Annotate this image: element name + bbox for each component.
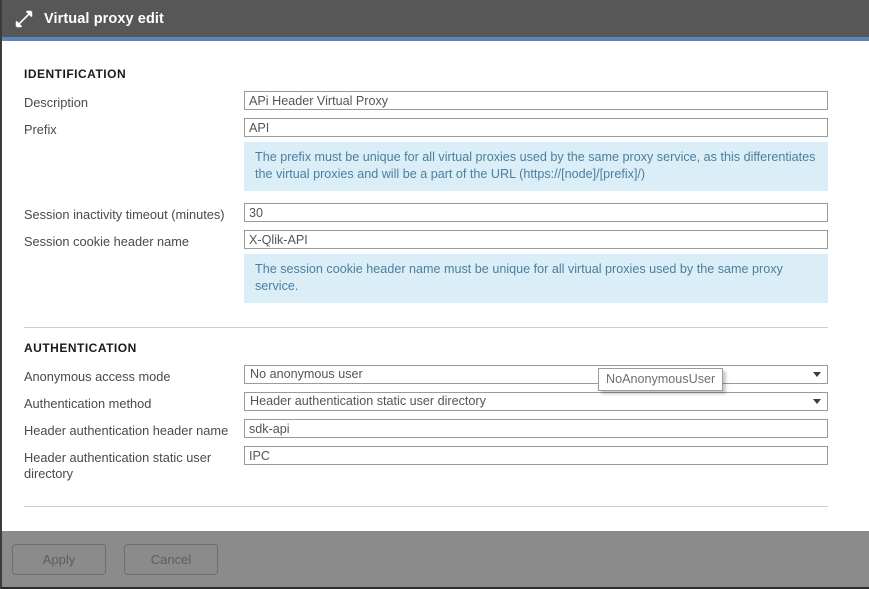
dialog-footer: Apply Cancel	[2, 531, 869, 587]
row-session-cookie: Session cookie header name	[24, 230, 828, 249]
anonymous-access-mode-label: Anonymous access mode	[24, 369, 171, 384]
authentication-method-label: Authentication method	[24, 396, 152, 411]
row-description: Description	[24, 91, 828, 110]
session-cookie-label: Session cookie header name	[24, 234, 190, 249]
description-input[interactable]	[244, 91, 828, 110]
static-user-directory-label: Header authentication static user direct…	[24, 450, 212, 481]
section-divider-bottom	[24, 506, 828, 507]
collapse-arrows-icon	[15, 10, 33, 27]
authentication-method-value: Header authentication static user direct…	[244, 392, 828, 411]
static-user-directory-input[interactable]	[244, 446, 828, 465]
tooltip-no-anonymous-user: NoAnonymousUser	[598, 368, 724, 391]
anonymous-access-mode-value: No anonymous user	[244, 365, 828, 384]
header-name-input[interactable]	[244, 419, 828, 438]
description-label: Description	[24, 95, 89, 110]
prefix-info-spacer	[24, 142, 244, 146]
row-header-name: Header authentication header name	[24, 419, 828, 438]
identification-heading: IDENTIFICATION	[24, 67, 127, 81]
authentication-heading: AUTHENTICATION	[24, 341, 137, 355]
row-prefix-info: The prefix must be unique for all virtua…	[24, 142, 828, 191]
prefix-input[interactable]	[244, 118, 828, 137]
anonymous-access-mode-select[interactable]: No anonymous user	[244, 365, 828, 384]
identification-section: IDENTIFICATION Description Prefix The pr…	[2, 41, 869, 303]
session-timeout-label: Session inactivity timeout (minutes)	[24, 207, 225, 222]
header-name-label: Header authentication header name	[24, 423, 229, 438]
apply-button[interactable]: Apply	[12, 543, 106, 575]
row-prefix: Prefix	[24, 118, 828, 137]
chevron-down-icon	[813, 399, 821, 404]
form-body: IDENTIFICATION Description Prefix The pr…	[2, 41, 869, 507]
row-session-cookie-info: The session cookie header name must be u…	[24, 254, 828, 303]
session-cookie-info-box: The session cookie header name must be u…	[244, 254, 828, 303]
authentication-method-select[interactable]: Header authentication static user direct…	[244, 392, 828, 411]
session-timeout-input[interactable]	[244, 203, 828, 222]
session-cookie-info-spacer	[24, 254, 244, 258]
prefix-info-box: The prefix must be unique for all virtua…	[244, 142, 828, 191]
chevron-down-icon	[813, 372, 821, 377]
prefix-label: Prefix	[24, 122, 57, 137]
window-title: Virtual proxy edit	[44, 10, 164, 27]
virtual-proxy-edit-window: Virtual proxy edit IDENTIFICATION Descri…	[0, 0, 869, 589]
row-authentication-method: Authentication method Header authenticat…	[24, 392, 828, 411]
session-cookie-input[interactable]	[244, 230, 828, 249]
row-static-user-directory: Header authentication static user direct…	[24, 446, 828, 481]
row-session-timeout: Session inactivity timeout (minutes)	[24, 203, 828, 222]
authentication-section: AUTHENTICATION Anonymous access mode No …	[2, 328, 869, 481]
window-titlebar: Virtual proxy edit	[2, 0, 869, 37]
cancel-button[interactable]: Cancel	[124, 543, 218, 575]
